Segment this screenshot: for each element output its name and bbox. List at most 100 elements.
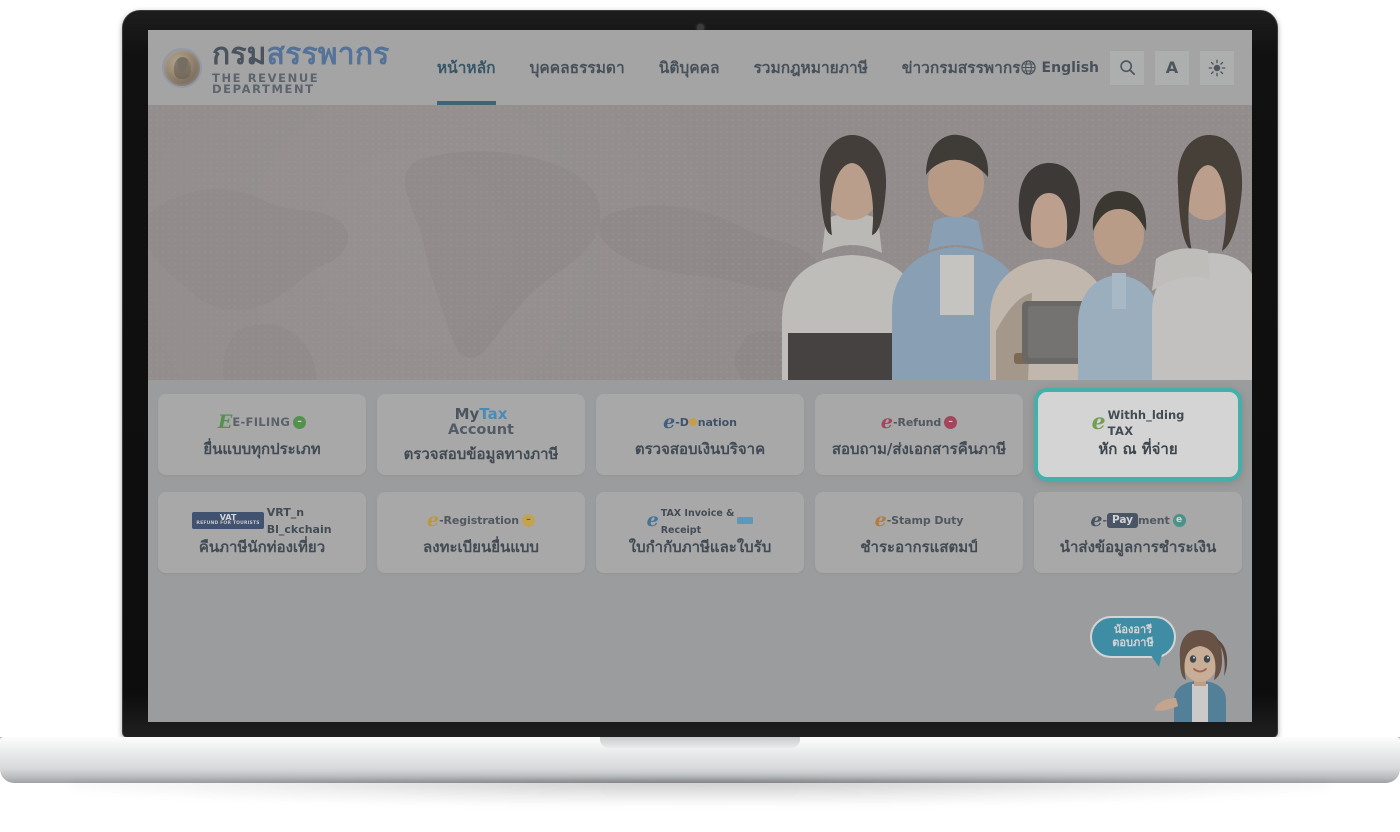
e-registration-e-mark: e	[426, 508, 440, 531]
e-refund-e-mark: e	[880, 410, 893, 433]
e-donation-dot-icon	[689, 418, 698, 427]
e-payment-logo: e - Pay ment e	[1090, 508, 1186, 531]
laptop-drop-shadow	[70, 779, 1330, 805]
e-wht-logo-line1: Withh_lding	[1107, 408, 1185, 423]
hero-family-photo	[760, 105, 1252, 380]
chatbot-avatar-icon	[1154, 630, 1228, 722]
brand-thai-name: กรมสรรพากร	[212, 36, 393, 72]
e-registration-logo: e -Registration –	[427, 509, 535, 531]
tile-label-e-donation: ตรวจสอบเงินบริจาค	[634, 440, 766, 459]
e-filing-logo: E E-FILING –	[217, 410, 307, 433]
e-donation-logo: e -D nation	[663, 411, 737, 433]
e-stamp-e-mark: e	[874, 508, 887, 531]
nav-item-juristic[interactable]: นิติบุคคล	[659, 30, 720, 105]
e-refund-logo-text: -Refund	[892, 415, 942, 429]
vrt-logo-line1: VRT_n	[266, 506, 305, 520]
tile-mytax-account[interactable]: MyTax Account ตรวจสอบข้อมูลทางภาษี	[377, 394, 585, 475]
e-donation-logo-prefix: -D	[675, 415, 689, 429]
brand-english-name: THE REVENUE DEPARTMENT	[212, 70, 320, 96]
e-filing-logo-text: E-FILING	[232, 414, 291, 429]
brand-thai-part1: กรม	[212, 36, 267, 72]
vat-chip-sub: REFUND FOR TOURISTS	[196, 521, 260, 527]
e-tax-chip-icon	[737, 516, 754, 524]
tile-label-e-refund: สอบถาม/ส่งเอกสารคืนภาษี	[831, 440, 1007, 459]
hero-banner[interactable]	[148, 105, 1252, 380]
tile-label-mytax-account: ตรวจสอบข้อมูลทางภาษี	[403, 445, 559, 464]
mytax-account-logo: MyTax Account	[448, 406, 514, 438]
e-tax-logo-line2: Receipt	[660, 525, 702, 537]
vrt-on-blockchain-logo: VAT REFUND FOR TOURISTS VRT_n Bl_ckchain	[192, 506, 332, 536]
tile-e-donation[interactable]: e -D nation ตรวจสอบเงินบริจาค	[596, 394, 804, 475]
service-tiles-section: E E-FILING – ยื่นแบบทุกประเภท MyTax Accoun…	[148, 380, 1252, 722]
e-tax-invoice-receipt-logo: e TAX Invoice & Receipt	[646, 508, 754, 536]
tile-e-stamp-duty[interactable]: e -Stamp Duty ชำระอากรแสตมป์	[815, 492, 1023, 573]
e-tax-logo-line1: TAX Invoice &	[660, 508, 735, 520]
e-filing-badge-icon: –	[293, 415, 307, 429]
brightness-icon	[1208, 59, 1226, 76]
tile-label-e-filing: ยื่นแบบทุกประเภท	[203, 440, 321, 459]
tile-e-withholding-tax[interactable]: e Withh_lding TAX หัก ณ ที่จ่าย	[1034, 388, 1242, 481]
e-payment-badge-icon: e	[1172, 513, 1186, 527]
family-group-illustration	[782, 134, 1252, 380]
mytax-logo-line2: Account	[448, 421, 514, 438]
tile-label-e-stamp-duty: ชำระอากรแสตมป์	[860, 538, 978, 557]
service-tiles-row-2: VAT REFUND FOR TOURISTS VRT_n Bl_ckchain …	[158, 492, 1242, 573]
tile-label-e-withholding-tax: หัก ณ ที่จ่าย	[1098, 440, 1178, 459]
e-payment-logo-suffix: ment	[1137, 513, 1170, 527]
e-registration-badge-icon: –	[522, 513, 535, 527]
e-refund-logo: e -Refund –	[880, 410, 958, 433]
e-withholding-tax-logo: e Withh_lding TAX	[1091, 408, 1185, 438]
chatbot-bubble-line1: น้องอารี	[1113, 623, 1153, 637]
vat-chip-icon: VAT REFUND FOR TOURISTS	[192, 511, 264, 529]
chatbot-speech-bubble: น้องอารี ตอบภาษี	[1090, 616, 1176, 667]
tile-e-refund[interactable]: e -Refund – สอบถาม/ส่งเอกสารคืนภาษี	[815, 394, 1023, 475]
vrt-logo-line2: Bl_ckchain	[266, 523, 332, 537]
e-payment-pill: Pay	[1106, 513, 1138, 528]
text-size-button[interactable]: A	[1155, 50, 1189, 85]
tile-e-payment[interactable]: e - Pay ment e นำส่งข้อมูลการชำระเงิน	[1034, 492, 1242, 573]
globe-icon	[1020, 60, 1036, 75]
e-filing-e-mark: E	[217, 410, 233, 433]
e-refund-badge-icon: –	[944, 415, 958, 429]
tile-e-filing[interactable]: E E-FILING – ยื่นแบบทุกประเภท	[158, 394, 366, 475]
e-donation-logo-suffix: nation	[697, 415, 737, 429]
text-size-label: A	[1165, 58, 1179, 77]
tile-e-registration[interactable]: e -Registration – ลงทะเบียนยื่นแบบ	[377, 492, 585, 573]
tile-label-vrt-on-blockchain: คืนภาษีนักท่องเที่ยว	[198, 538, 326, 557]
revenue-department-seal-icon	[162, 47, 202, 88]
chatbot-widget[interactable]: น้องอารี ตอบภาษี	[1090, 610, 1246, 722]
service-tiles-row-1: E E-FILING – ยื่นแบบทุกประเภท MyTax Accoun…	[158, 388, 1242, 481]
e-donation-e-mark: e	[663, 410, 676, 433]
language-switch[interactable]: English	[1020, 59, 1099, 76]
laptop-base-lip	[600, 737, 800, 748]
e-payment-e-mark: e	[1090, 508, 1103, 531]
header-tools: English A	[1020, 50, 1234, 85]
e-stamp-logo-text: -Stamp Duty	[886, 513, 964, 527]
contrast-button[interactable]	[1200, 50, 1234, 85]
site-header: กรมสรรพากร THE REVENUE DEPARTMENT หน้าหล…	[148, 30, 1252, 105]
tile-vrt-on-blockchain[interactable]: VAT REFUND FOR TOURISTS VRT_n Bl_ckchain …	[158, 492, 366, 573]
search-button[interactable]	[1110, 50, 1144, 85]
e-registration-logo-text: -Registration	[439, 513, 519, 527]
laptop-screen: กรมสรรพากร THE REVENUE DEPARTMENT หน้าหล…	[148, 30, 1252, 722]
nav-item-individual[interactable]: บุคคลธรรมดา	[530, 30, 625, 105]
e-tax-e-mark: e	[646, 508, 659, 531]
revenue-department-homepage: กรมสรรพากร THE REVENUE DEPARTMENT หน้าหล…	[148, 30, 1252, 722]
mytax-logo-line1: MyTax	[454, 405, 508, 424]
tile-label-e-payment: นำส่งข้อมูลการชำระเงิน	[1059, 538, 1217, 557]
tile-e-tax-invoice-receipt[interactable]: e TAX Invoice & Receipt ใบกำกับภาษีและใบ…	[596, 492, 804, 573]
tile-label-e-tax-invoice-receipt: ใบกำกับภาษีและใบรับ	[628, 538, 772, 557]
screenshot-canvas: กรมสรรพากร THE REVENUE DEPARTMENT หน้าหล…	[0, 0, 1400, 832]
nav-item-tax-law[interactable]: รวมกฎหมายภาษี	[753, 30, 867, 105]
brand-thai-part2: สรรพากร	[266, 36, 390, 72]
nav-item-news[interactable]: ข่าวกรมสรรพากร	[902, 30, 1021, 105]
e-stamp-duty-logo: e -Stamp Duty	[875, 509, 964, 531]
language-label: English	[1041, 59, 1099, 76]
main-navigation: หน้าหลัก บุคคลธรรมดา นิติบุคคล รวมกฎหมาย…	[436, 30, 1021, 105]
nav-item-home[interactable]: หน้าหลัก	[436, 30, 496, 105]
brand-text: กรมสรรพากร THE REVENUE DEPARTMENT	[212, 36, 393, 96]
chatbot-bubble-line2: ตอบภาษี	[1112, 636, 1154, 649]
site-brand[interactable]: กรมสรรพากร THE REVENUE DEPARTMENT	[162, 36, 393, 96]
e-wht-e-mark: e	[1091, 409, 1106, 436]
tile-label-e-registration: ลงทะเบียนยื่นแบบ	[423, 538, 539, 557]
